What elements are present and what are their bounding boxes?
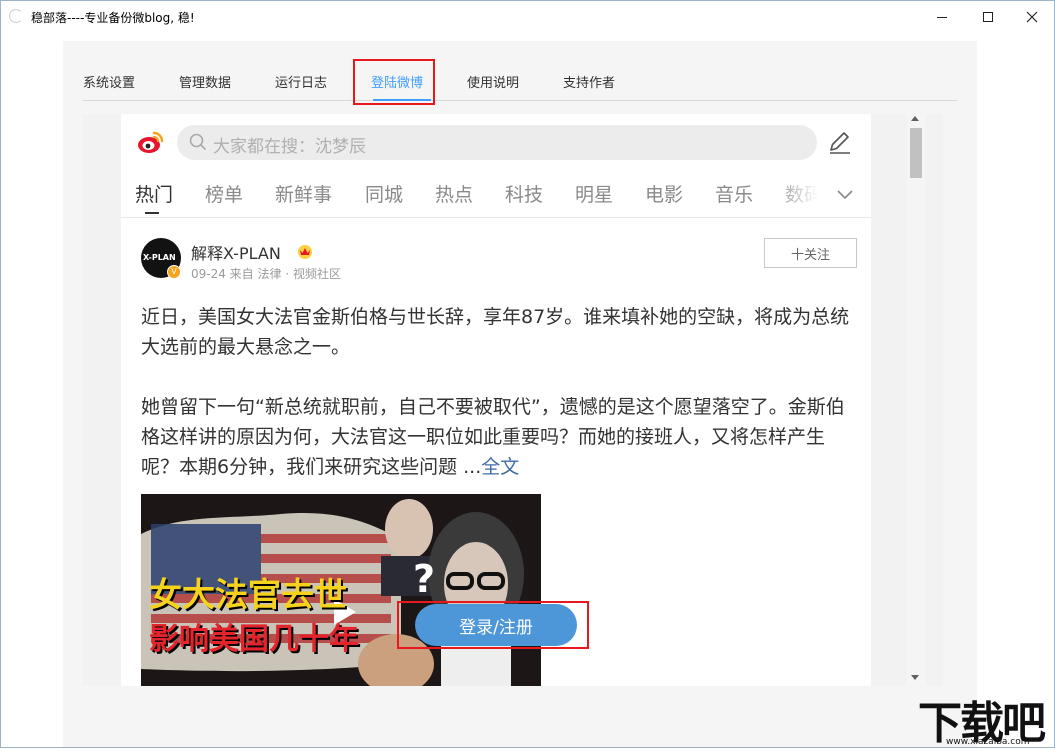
thumbnail-title-2: 影响美国几十年 [149,622,359,657]
close-button[interactable] [1009,1,1055,33]
post-username[interactable]: 解释X-PLAN [191,240,281,264]
tab-system-settings[interactable]: 系统设置 [83,72,135,91]
scroll-thumb[interactable] [910,128,922,178]
search-bar[interactable]: 大家都在搜：沈梦辰 [177,125,817,160]
vertical-scrollbar[interactable] [907,114,925,686]
channel-star[interactable]: 明星 [575,180,613,207]
member-crown-icon [298,245,312,259]
video-thumbnail[interactable]: ? 女大法官去世 影响美国几十年 [141,494,541,686]
post-meta: 09-24 来自 法律 · 视频社区 [191,267,341,281]
thumbnail-title-1: 女大法官去世 [149,575,347,614]
weibo-logo-icon[interactable] [137,128,165,156]
tab-support-author[interactable]: 支持作者 [563,72,615,91]
channel-hot[interactable]: 热门 [135,180,173,207]
follow-button[interactable]: 十关注 [764,238,857,268]
verified-badge-icon: V [167,265,181,279]
app-window: 稳部落----专业备份微blog, 稳! 系统设置 管理数据 运行日志 登陆微博… [0,0,1055,749]
avatar-text: X-PLAN [143,253,176,262]
channel-fresh[interactable]: 新鲜事 [275,180,332,207]
channel-music[interactable]: 音乐 [715,180,753,207]
post-text-paragraph-1: 近日，美国女大法官金斯伯格与世长辞，享年87岁。谁来填补她的空缺，将成为总统大选… [141,306,850,358]
active-channel-indicator [145,212,159,214]
watermark: 下载吧 www.xiazaiba.com [916,689,1055,749]
window-title: 稳部落----专业备份微blog, 稳! [31,11,195,25]
tab-run-log[interactable]: 运行日志 [275,72,327,91]
maximize-button[interactable] [965,1,1011,33]
app-icon [9,9,23,23]
chevron-down-icon[interactable] [835,184,855,204]
channel-movie[interactable]: 电影 [645,180,683,207]
highlight-box-login-tab [353,59,435,105]
maximize-icon [983,12,993,22]
scroll-down-icon[interactable] [911,675,919,680]
channel-trending[interactable]: 热点 [435,180,473,207]
tab-bar: 系统设置 管理数据 运行日志 登陆微博 使用说明 支持作者 [83,61,957,101]
channel-rank[interactable]: 榜单 [205,180,243,207]
search-icon [189,133,207,151]
channel-tech[interactable]: 科技 [505,180,543,207]
close-icon [1026,11,1038,23]
search-input[interactable]: 大家都在搜：沈梦辰 [213,132,366,157]
svg-text:?: ? [413,557,435,601]
channel-fade [771,172,831,216]
title-bar: 稳部落----专业备份微blog, 稳! [1,1,1054,33]
minimize-icon [937,16,947,18]
compose-icon[interactable] [825,128,853,156]
tab-instructions[interactable]: 使用说明 [467,72,519,91]
read-more-link[interactable]: 全文 [481,456,519,478]
channel-local[interactable]: 同城 [365,180,403,207]
post-text-paragraph-2: 她曾留下一句“新总统就职前，自己不要被取代”，遗憾的是这个愿望落空了。金斯伯格这… [141,392,856,482]
minimize-button[interactable] [919,1,965,33]
highlight-box-login-button [397,601,589,649]
tab-manage-data[interactable]: 管理数据 [179,72,231,91]
watermark-url: www.xiazaiba.com [946,737,1030,747]
channel-bar: 热门 榜单 新鲜事 同城 热点 科技 明星 电影 音乐 数码 [121,172,871,218]
scroll-up-icon[interactable] [911,116,919,121]
